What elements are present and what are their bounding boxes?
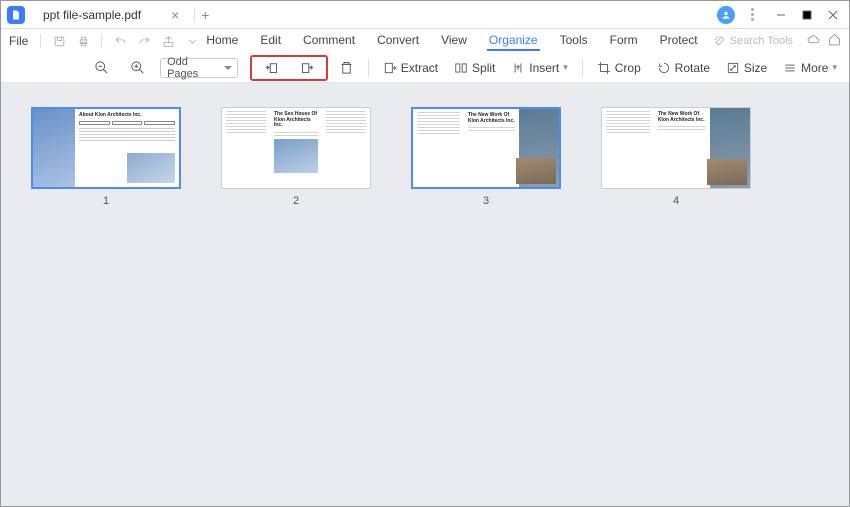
page-thumb[interactable]: The Seo House Of Klon Architects Inc. — [221, 107, 371, 189]
thumbnails-workspace: About Klon Architects Inc. 1 The Seo Hou… — [1, 83, 849, 506]
insert-label: Insert — [529, 61, 559, 75]
new-tab-button[interactable]: + — [201, 7, 209, 23]
more-icon — [783, 61, 797, 75]
slide-title: The New Work Of Klon Architects Inc. — [468, 113, 515, 124]
tab-tools[interactable]: Tools — [558, 31, 590, 51]
print-icon[interactable] — [74, 32, 92, 50]
tab-form[interactable]: Form — [608, 31, 640, 51]
close-tab-icon[interactable]: × — [171, 7, 179, 23]
page-filter-value: Odd Pages — [167, 56, 221, 80]
page-thumb[interactable]: About Klon Architects Inc. — [31, 107, 181, 189]
rotate-highlight-box — [250, 55, 328, 81]
extract-button[interactable]: Extract — [379, 56, 442, 80]
crop-label: Crop — [615, 61, 641, 75]
share-icon[interactable] — [159, 32, 177, 50]
rotate-right-icon[interactable] — [296, 57, 318, 79]
page-filter-select[interactable]: Odd Pages — [160, 58, 238, 78]
page-thumb-wrap: About Klon Architects Inc. 1 — [31, 107, 181, 207]
app-logo — [7, 6, 25, 24]
page-number: 3 — [483, 195, 489, 207]
extract-label: Extract — [401, 61, 438, 75]
file-menu[interactable]: File — [9, 34, 28, 48]
tab-home[interactable]: Home — [204, 31, 240, 51]
page-thumb-wrap: The New Work Of Klon Architects Inc. 4 — [601, 107, 751, 207]
zoom-out-icon[interactable] — [91, 57, 113, 79]
redo-icon[interactable] — [135, 32, 153, 50]
page-thumb-wrap: The Seo House Of Klon Architects Inc. 2 — [221, 107, 371, 207]
insert-icon — [511, 61, 525, 75]
size-icon — [726, 61, 740, 75]
rotate-left-icon[interactable] — [260, 57, 282, 79]
page-number: 2 — [293, 195, 299, 207]
main-menu-tabs: Home Edit Comment Convert View Organize … — [204, 31, 699, 51]
page-thumb[interactable]: The New Work Of Klon Architects Inc. — [601, 107, 751, 189]
tab-view[interactable]: View — [439, 31, 469, 51]
document-tab[interactable]: ppt file-sample.pdf × — [33, 1, 189, 28]
cloud-icon[interactable] — [807, 33, 820, 49]
zoom-in-icon[interactable] — [126, 57, 148, 79]
user-avatar[interactable] — [717, 6, 735, 24]
crop-button[interactable]: Crop — [593, 56, 645, 80]
titlebar: ppt file-sample.pdf × + — [1, 1, 849, 29]
page-number: 4 — [673, 195, 679, 207]
tab-title: ppt file-sample.pdf — [43, 8, 141, 22]
search-tools-placeholder: Search Tools — [730, 35, 793, 47]
save-icon[interactable] — [50, 32, 68, 50]
size-button[interactable]: Size — [722, 56, 771, 80]
menubar: File Home Edit Comment Convert View Orga… — [1, 29, 849, 53]
more-button[interactable]: More ▾ — [779, 56, 841, 80]
wand-icon — [714, 35, 726, 47]
organize-toolbar: Odd Pages Extract Split Insert ▾ Crop Ro… — [1, 53, 849, 83]
window-minimize-button[interactable] — [771, 5, 791, 25]
crop-icon — [597, 61, 611, 75]
tab-convert[interactable]: Convert — [375, 31, 421, 51]
window-maximize-button[interactable] — [797, 5, 817, 25]
search-tools[interactable]: Search Tools — [714, 35, 793, 47]
window-close-button[interactable] — [823, 5, 843, 25]
tab-edit[interactable]: Edit — [258, 31, 283, 51]
insert-button[interactable]: Insert ▾ — [507, 56, 572, 80]
home-icon[interactable] — [828, 33, 841, 49]
extract-icon — [383, 61, 397, 75]
chevron-down-icon[interactable] — [183, 32, 201, 50]
split-button[interactable]: Split — [450, 56, 499, 80]
undo-icon[interactable] — [111, 32, 129, 50]
split-label: Split — [472, 61, 495, 75]
tab-comment[interactable]: Comment — [301, 31, 357, 51]
kebab-menu-icon[interactable] — [745, 8, 759, 21]
page-number: 1 — [103, 195, 109, 207]
tab-organize[interactable]: Organize — [487, 31, 540, 51]
more-label: More — [801, 61, 828, 75]
split-icon — [454, 61, 468, 75]
size-label: Size — [744, 61, 767, 75]
page-thumb-wrap: The New Work Of Klon Architects Inc. 3 — [411, 107, 561, 207]
slide-title: About Klon Architects Inc. — [79, 113, 175, 119]
rotate-icon — [657, 61, 671, 75]
delete-icon[interactable] — [336, 57, 358, 79]
rotate-label: Rotate — [675, 61, 710, 75]
slide-title: The Seo House Of Klon Architects Inc. — [274, 112, 318, 129]
tab-protect[interactable]: Protect — [658, 31, 700, 51]
slide-title: The New Work Of Klon Architects Inc. — [658, 112, 706, 123]
page-thumb[interactable]: The New Work Of Klon Architects Inc. — [411, 107, 561, 189]
rotate-button[interactable]: Rotate — [653, 56, 714, 80]
